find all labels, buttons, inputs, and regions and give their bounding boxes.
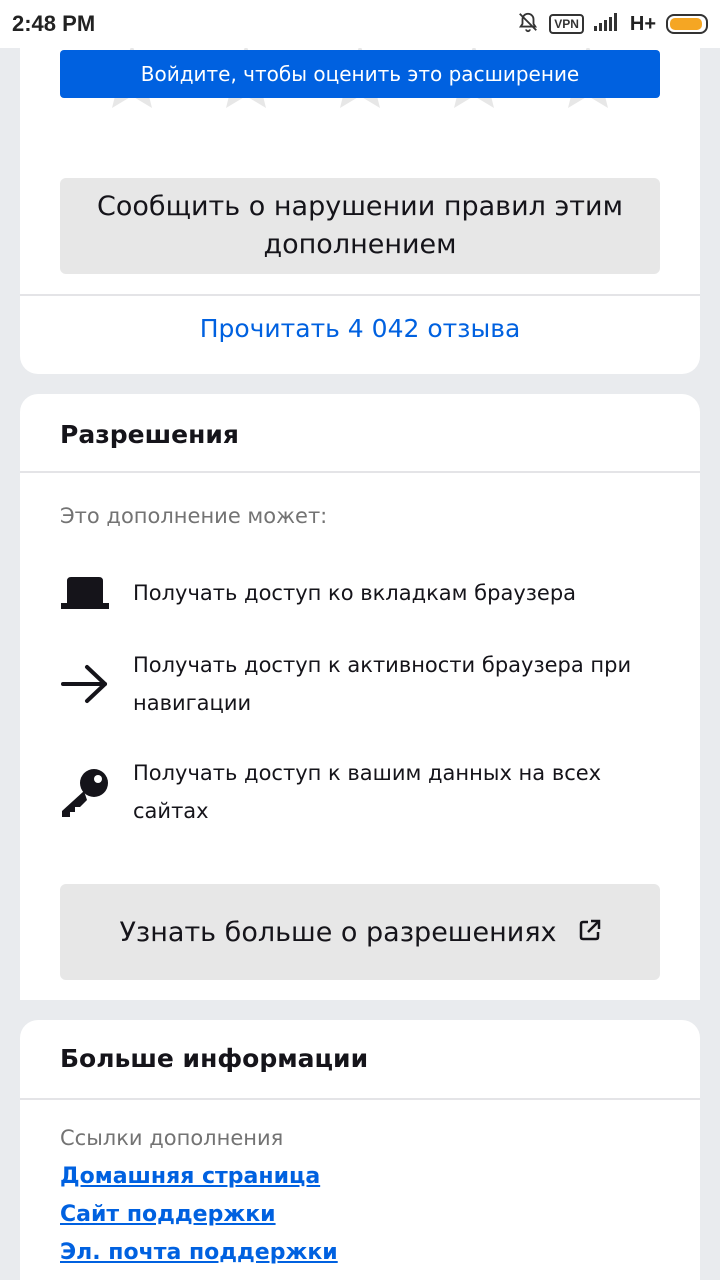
- addon-links-label: Ссылки дополнения: [60, 1126, 284, 1150]
- permission-text: Получать доступ к вашим данных на всех с…: [133, 761, 602, 823]
- status-icons: VPN H+: [517, 11, 708, 37]
- network-type: H+: [629, 12, 656, 35]
- rating-card: Войдите, чтобы оценить это расширение Со…: [20, 0, 700, 374]
- more-info-card: Больше информации Ссылки дополнения Дома…: [20, 1020, 700, 1280]
- login-to-rate-button[interactable]: Войдите, чтобы оценить это расширение: [60, 50, 660, 98]
- homepage-link[interactable]: Домашняя страница: [60, 1164, 320, 1189]
- divider: [20, 471, 700, 473]
- learn-more-permissions-button[interactable]: Узнать больше о разрешениях: [60, 884, 660, 980]
- report-abuse-button[interactable]: Сообщить о нарушении правил этим дополне…: [60, 178, 660, 274]
- permission-item-navigation: Получать доступ к активности браузера пр…: [60, 646, 660, 722]
- status-bar: 2:48 PM VPN H+: [0, 0, 720, 48]
- battery-level: [670, 18, 703, 30]
- vpn-badge: VPN: [549, 14, 584, 34]
- learn-more-label: Узнать больше о разрешениях: [119, 916, 557, 948]
- silent-bell-icon: [517, 11, 539, 37]
- permissions-intro: Это дополнение может:: [60, 504, 328, 528]
- support-site-link[interactable]: Сайт поддержки: [60, 1202, 276, 1227]
- support-email-link[interactable]: Эл. почта поддержки: [60, 1240, 338, 1265]
- permissions-title: Разрешения: [60, 420, 239, 449]
- external-link-icon: [579, 917, 601, 948]
- tab-icon: [60, 568, 110, 618]
- permission-item-tabs: Получать доступ ко вкладкам браузера: [60, 568, 660, 618]
- key-icon: [60, 767, 110, 817]
- status-time: 2:48 PM: [12, 11, 96, 36]
- divider: [20, 294, 700, 296]
- permission-item-all-sites: Получать доступ к вашим данных на всех с…: [60, 754, 660, 830]
- permission-text: Получать доступ ко вкладкам браузера: [133, 581, 577, 605]
- arrow-right-icon: [60, 659, 110, 709]
- signal-icon: [593, 13, 620, 35]
- permissions-card: Разрешения Это дополнение может: Получат…: [20, 394, 700, 1000]
- permission-text: Получать доступ к активности браузера пр…: [133, 653, 632, 715]
- read-reviews-link[interactable]: Прочитать 4 042 отзыва: [20, 314, 700, 343]
- battery-icon: [666, 14, 708, 34]
- divider: [20, 1098, 700, 1100]
- more-info-title: Больше информации: [60, 1044, 369, 1073]
